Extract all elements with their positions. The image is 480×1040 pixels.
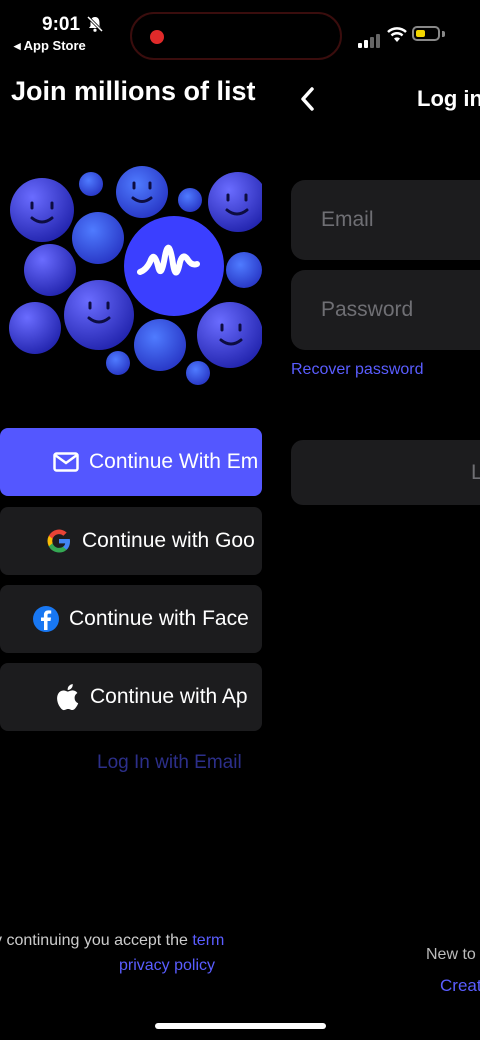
login-panel: Log in Email Password Recover password L… bbox=[276, 0, 480, 1040]
terms-notice: y continuing you accept the term bbox=[0, 932, 224, 950]
login-title: Log in bbox=[417, 86, 480, 111]
password-placeholder: Password bbox=[321, 298, 414, 321]
google-logo-icon bbox=[45, 527, 73, 555]
continue-with-apple-label: Continue with Ap bbox=[90, 685, 248, 708]
email-placeholder: Email bbox=[321, 208, 374, 231]
log-in-with-email-link[interactable]: Log In with Email bbox=[97, 752, 242, 774]
continue-with-google-label: Continue with Goo bbox=[82, 529, 255, 552]
email-field[interactable]: Email bbox=[291, 180, 480, 260]
continue-with-email-button[interactable]: Continue With Em bbox=[0, 428, 262, 496]
facebook-logo-icon bbox=[32, 605, 60, 633]
apple-logo-icon bbox=[53, 683, 81, 711]
welcome-heading: Join millions of list bbox=[11, 76, 256, 106]
create-account-link[interactable]: Creat bbox=[440, 976, 480, 996]
login-button[interactable]: L bbox=[291, 440, 480, 505]
listeners-illustration bbox=[9, 166, 262, 385]
continue-with-facebook-label: Continue with Face bbox=[69, 607, 249, 630]
chevron-left-icon[interactable] bbox=[298, 85, 318, 113]
terms-prefix: y continuing you accept the bbox=[0, 932, 193, 949]
continue-with-apple-button[interactable]: Continue with Ap bbox=[0, 663, 262, 731]
continue-with-google-button[interactable]: Continue with Goo bbox=[0, 507, 262, 575]
privacy-policy-link[interactable]: privacy policy bbox=[119, 957, 215, 975]
mail-icon bbox=[52, 448, 80, 476]
recover-password-link[interactable]: Recover password bbox=[291, 361, 424, 379]
login-button-label: L bbox=[471, 460, 480, 484]
welcome-panel: Join millions of list Continue With Em C… bbox=[0, 0, 262, 1040]
password-field[interactable]: Password bbox=[291, 270, 480, 350]
terms-link[interactable]: term bbox=[192, 932, 224, 949]
continue-with-email-label: Continue With Em bbox=[89, 450, 259, 473]
new-to-text: New to bbox=[426, 946, 476, 963]
continue-with-facebook-button[interactable]: Continue with Face bbox=[0, 585, 262, 653]
home-indicator[interactable] bbox=[155, 1023, 326, 1029]
